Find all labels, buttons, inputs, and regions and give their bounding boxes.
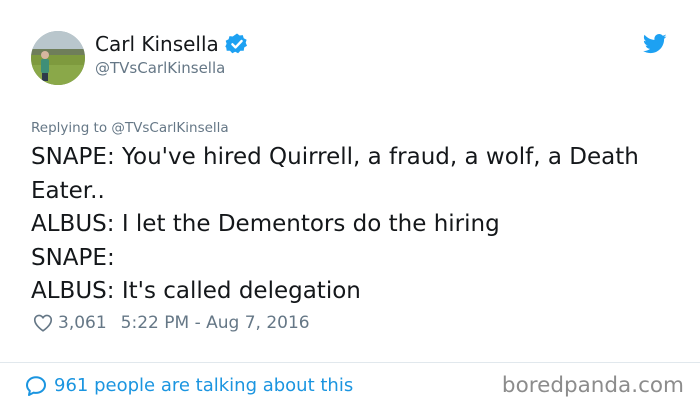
watermark: boredpanda.com	[501, 373, 684, 398]
tweet-text: SNAPE: You've hired Quirrell, a fraud, a…	[31, 141, 681, 309]
heart-icon[interactable]	[32, 312, 54, 334]
avatar-image	[31, 31, 85, 85]
speech-bubble-icon	[26, 376, 46, 396]
author-row: Carl Kinsella	[95, 31, 249, 57]
twitter-bird-icon[interactable]	[643, 34, 667, 54]
author-name[interactable]: Carl Kinsella	[95, 31, 219, 57]
author-handle[interactable]: @TVsCarlKinsella	[95, 58, 225, 78]
talking-about-label: 961 people are talking about this	[54, 375, 354, 396]
talking-about-link[interactable]: 961 people are talking about this	[24, 372, 353, 400]
tweet-line: Eater..	[31, 177, 105, 204]
tweet-line: ALBUS: I let the Dementors do the hiring	[31, 211, 500, 237]
tweet-line: SNAPE:	[31, 244, 115, 271]
tweet-timestamp[interactable]: 5:22 PM - Aug 7, 2016	[121, 310, 310, 336]
like-count[interactable]: 3,061	[58, 310, 107, 336]
replying-to-mention[interactable]: @TVsCarlKinsella	[111, 120, 228, 136]
tweet-meta: 3,061 5:22 PM - Aug 7, 2016	[32, 310, 310, 336]
tweet-card: Carl Kinsella @TVsCarlKinsella Replying …	[0, 0, 700, 410]
replying-to-prefix: Replying to	[31, 120, 108, 136]
verified-badge-icon	[225, 33, 247, 54]
divider	[0, 362, 700, 363]
tweet-line: ALBUS: It's called delegation	[31, 278, 361, 304]
replying-to: Replying to @TVsCarlKinsella	[31, 119, 229, 137]
avatar[interactable]	[31, 31, 85, 85]
tweet-line: SNAPE: You've hired Quirrell, a fraud, a…	[31, 144, 639, 170]
